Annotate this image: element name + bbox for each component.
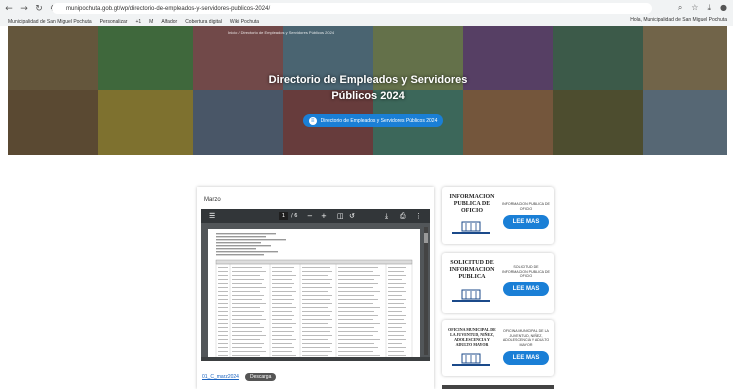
profile-icon[interactable]: ● [720, 3, 727, 13]
pdf-card-footer: 01_C_marz2024 Descarga [202, 373, 277, 381]
browser-chrome: ← → ↻ ⚙ munipochuta.gob.gt/wp/directorio… [0, 0, 733, 26]
directory-button-label: Directorio de Empleados y Servidores Púb… [320, 117, 438, 124]
read-more-button[interactable]: LEE MAS [503, 351, 549, 365]
bookmark-item[interactable]: M [149, 19, 153, 25]
pdf-card: Marzo ☰ 1 / 6 − + ◫ ↺ ⤓ ⎙ ⋮ 01_C_marz202… [197, 187, 434, 389]
pdf-viewer[interactable]: ☰ 1 / 6 − + ◫ ↺ ⤓ ⎙ ⋮ [201, 209, 430, 361]
pdf-file-link[interactable]: 01_C_marz2024 [202, 374, 239, 380]
zoom-in-icon[interactable]: + [321, 212, 327, 220]
municipality-logo-icon [452, 221, 490, 234]
municipality-logo-icon [452, 289, 490, 302]
read-more-button[interactable]: LEE MAS [503, 215, 549, 229]
sidebar-card-title: SOLICITUD DE INFORMACION PUBLICA [449, 260, 495, 280]
breadcrumb[interactable]: Inicio / Directorio de Empleados y Servi… [228, 30, 334, 35]
bookmark-star-icon[interactable]: ☆ [691, 3, 698, 13]
reload-icon[interactable]: ↻ [33, 3, 45, 15]
page-title: Directorio de Empleados y Servidores Púb… [258, 72, 478, 104]
pdf-horizontal-scrollbar[interactable] [201, 357, 430, 361]
sidebar-card-oficina-juventud: OFICINA MUNICIPAL DE LA JUVENTUD, NIÑEZ,… [442, 320, 554, 376]
sidebar-card-description: SOLICITUD DE INFORMACION PUBLICA DE OFIC… [502, 265, 550, 279]
zoom-icon[interactable]: ⌕ [678, 3, 682, 13]
scrollbar-thumb[interactable] [424, 233, 428, 243]
hero-banner: Inicio / Directorio de Empleados y Servi… [8, 26, 727, 155]
forward-icon[interactable]: → [18, 3, 30, 15]
pdf-page-content [215, 233, 413, 359]
municipality-logo-icon [452, 353, 490, 366]
page-title-line: Públicos 2024 [331, 90, 405, 102]
bookmark-item[interactable]: +1 [135, 19, 141, 25]
sidebar-card-title: OFICINA MUNICIPAL DE LA JUVENTUD, NIÑEZ,… [448, 327, 496, 347]
sidebar-card-informacion-publica: INFORMACION PUBLICA DE OFICIO INFORMACIO… [442, 187, 554, 244]
document-icon: ≡ [308, 116, 317, 125]
print-icon[interactable]: ⎙ [400, 212, 406, 221]
pdf-toolbar: ☰ 1 / 6 − + ◫ ↺ ⤓ ⎙ ⋮ [201, 209, 430, 223]
url-text: munipochuta.gob.gt/wp/directorio-de-empl… [66, 5, 271, 12]
menu-icon[interactable]: ☰ [209, 212, 215, 220]
rotate-icon[interactable]: ↺ [349, 212, 355, 220]
sidebar-card-next [442, 385, 554, 389]
admin-bar-greeting[interactable]: Hola, Municipalidad de San Miguel Pochut… [630, 17, 727, 23]
back-icon[interactable]: ← [3, 3, 15, 15]
read-more-button[interactable]: LEE MAS [503, 282, 549, 296]
page-title-line: Directorio de Empleados y Servidores [268, 74, 468, 86]
bookmark-item[interactable]: Alfador [161, 19, 177, 25]
bookmark-item[interactable]: Municipalidad de San Miguel Pochuta [8, 19, 92, 25]
bookmark-item[interactable]: Cobertura digital [185, 19, 222, 25]
page-total: / 6 [291, 213, 298, 219]
directory-button[interactable]: ≡ Directorio de Empleados y Servidores P… [303, 114, 443, 127]
pdf-card-title: Marzo [204, 197, 221, 203]
sidebar-card-solicitud: SOLICITUD DE INFORMACION PUBLICA SOLICIT… [442, 253, 554, 313]
bookmark-item[interactable]: Personalizar [100, 19, 128, 25]
pdf-download-button[interactable]: Descarga [244, 373, 277, 381]
pdf-download-icon[interactable]: ⤓ [385, 212, 388, 221]
bookmarks-bar: Municipalidad de San Miguel Pochuta Pers… [0, 17, 733, 26]
zoom-out-icon[interactable]: − [307, 212, 313, 220]
more-options-icon[interactable]: ⋮ [415, 212, 422, 220]
fit-page-icon[interactable]: ◫ [337, 212, 344, 220]
toolbar-right-icons: ⌕ ☆ ⤓ ● [678, 3, 727, 13]
address-bar[interactable]: munipochuta.gob.gt/wp/directorio-de-empl… [52, 3, 652, 14]
pdf-vertical-scrollbar[interactable] [424, 227, 428, 355]
sidebar-card-description: INFORMACION PUBLICA DE OFICIO [502, 202, 550, 211]
pdf-page [208, 229, 420, 360]
sidebar-card-description: OFICINA MUNICIPAL DE LA JUVENTUD, NIÑEZ,… [502, 329, 550, 347]
page-number-input[interactable]: 1 [279, 212, 288, 220]
download-icon[interactable]: ⤓ [707, 3, 711, 13]
bookmark-item[interactable]: Wiki Pochuta [230, 19, 259, 25]
sidebar-card-title: INFORMACION PUBLICA DE OFICIO [449, 194, 495, 214]
